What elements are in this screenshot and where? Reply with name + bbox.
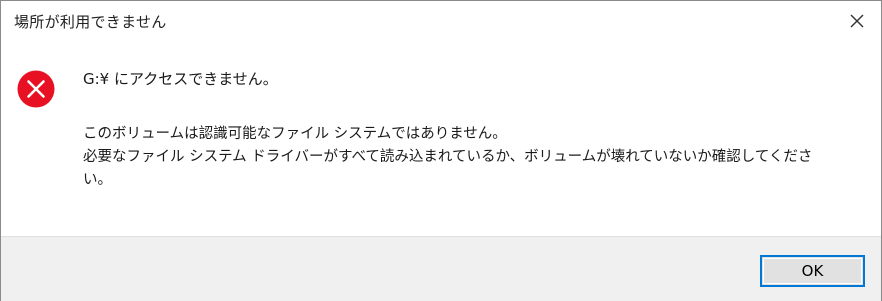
dialog-content: G:¥ にアクセスできません。 このボリュームは認識可能なファイル システムでは…: [1, 41, 881, 231]
error-icon: [17, 70, 55, 108]
close-button[interactable]: [835, 1, 879, 41]
error-dialog: 場所が利用できません G:¥ にアクセスできません。 このボリュームは認識可能な…: [0, 0, 882, 301]
ok-button[interactable]: OK: [760, 255, 865, 287]
dialog-title: 場所が利用できません: [14, 13, 167, 31]
title-bar: 場所が利用できません: [1, 1, 881, 41]
detail-line: い。: [83, 172, 112, 188]
close-icon: [850, 14, 864, 28]
button-bar: OK: [1, 236, 881, 301]
error-headline: G:¥ にアクセスできません。: [83, 70, 278, 88]
ok-button-label: OK: [801, 262, 824, 280]
detail-line: 必要なファイル システム ドライバーがすべて読み込まれているか、ボリュームが壊れ…: [83, 149, 813, 165]
error-detail: このボリュームは認識可能なファイル システムではありません。 必要なファイル シ…: [83, 123, 873, 192]
detail-line: このボリュームは認識可能なファイル システムではありません。: [83, 126, 507, 142]
